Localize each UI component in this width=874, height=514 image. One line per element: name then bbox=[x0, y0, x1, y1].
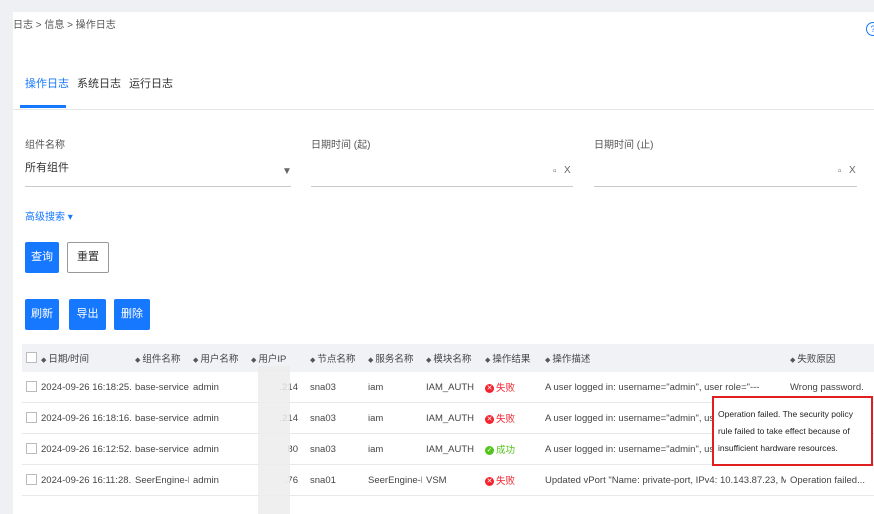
cell-time: 2024-09-26 16:18:25.421 bbox=[37, 372, 131, 403]
tab-bar: 操作日志 系统日志 运行日志 bbox=[13, 61, 874, 110]
cell-component: base-service bbox=[131, 433, 189, 465]
cell-service: iam bbox=[364, 372, 422, 403]
redacted-ip-mask bbox=[258, 366, 290, 514]
cell-component: base-service bbox=[131, 372, 189, 403]
date-to-input[interactable] bbox=[594, 186, 857, 187]
cell-time: 2024-09-26 16:11:28.144 bbox=[37, 464, 131, 496]
cell-node: sna01 bbox=[306, 464, 364, 496]
cell-result: ✓ 成功 bbox=[481, 433, 541, 465]
select-all-checkbox[interactable] bbox=[22, 344, 37, 372]
cell-service: iam bbox=[364, 433, 422, 465]
cell-time: 2024-09-26 16:18:16.824 bbox=[37, 402, 131, 434]
cell-service: iam bbox=[364, 402, 422, 434]
cell-result: ✕ 失败 bbox=[481, 372, 541, 403]
cell-user: admin bbox=[189, 402, 247, 434]
cell-time: 2024-09-26 16:12:52.664 bbox=[37, 433, 131, 465]
query-button[interactable]: 查询 bbox=[25, 242, 59, 273]
cell-node: sna03 bbox=[306, 433, 364, 465]
column-header[interactable]: ◆ 操作结果 bbox=[481, 344, 541, 372]
component-underline bbox=[25, 186, 291, 187]
calendar-icon[interactable]: ▫ bbox=[838, 166, 842, 177]
tab-operation-log[interactable]: 操作日志 bbox=[25, 75, 69, 91]
cell-description: Updated vPort "Name: private-port, IPv4:… bbox=[541, 464, 786, 496]
cell-service: SeerEngine-DC bbox=[364, 464, 422, 496]
column-header[interactable]: ◆ 操作描述 bbox=[541, 344, 786, 372]
calendar-icon[interactable]: ▫ bbox=[553, 166, 557, 177]
tab-system-log[interactable]: 系统日志 bbox=[77, 75, 121, 91]
clear-icon[interactable]: X bbox=[564, 165, 571, 176]
cell-user: admin bbox=[189, 464, 247, 496]
breadcrumb: 日志 > 信息 > 操作日志 bbox=[13, 20, 116, 31]
date-to-label: 日期时间 (止) bbox=[594, 140, 654, 151]
column-header[interactable]: ◆ 组件名称 bbox=[131, 344, 189, 372]
component-select[interactable]: 所有组件 bbox=[25, 159, 69, 175]
component-label: 组件名称 bbox=[25, 140, 65, 151]
fail-status-icon: ✕ bbox=[485, 383, 494, 393]
date-from-label: 日期时间 (起) bbox=[311, 140, 371, 151]
column-header[interactable]: ◆ 模块名称 bbox=[422, 344, 481, 372]
column-header[interactable]: ◆ 用户名称 bbox=[189, 344, 247, 372]
cell-module: IAM_AUTH bbox=[422, 372, 481, 403]
row-checkbox[interactable] bbox=[22, 433, 37, 465]
cell-module: IAM_AUTH bbox=[422, 402, 481, 434]
help-icon[interactable]: ? bbox=[866, 22, 874, 36]
delete-button[interactable]: 删除 bbox=[114, 299, 150, 330]
row-checkbox[interactable] bbox=[22, 464, 37, 496]
cell-component: SeerEngine-DC bbox=[131, 464, 189, 496]
cell-user: admin bbox=[189, 433, 247, 465]
tab-run-log[interactable]: 运行日志 bbox=[129, 75, 173, 91]
column-header[interactable]: ◆ 日期/时间 bbox=[37, 344, 131, 372]
failure-reason-tooltip: Operation failed. The security policy ru… bbox=[712, 396, 873, 466]
clear-icon[interactable]: X bbox=[849, 165, 856, 176]
cell-reason[interactable]: Operation failed... bbox=[786, 464, 874, 496]
row-checkbox[interactable] bbox=[22, 402, 37, 434]
refresh-button[interactable]: 刷新 bbox=[25, 299, 59, 330]
reset-button[interactable]: 重置 bbox=[67, 242, 109, 273]
fail-status-icon: ✕ bbox=[485, 476, 494, 486]
cell-result: ✕ 失败 bbox=[481, 402, 541, 434]
active-tab-indicator bbox=[20, 105, 66, 108]
column-header[interactable]: ◆ 服务名称 bbox=[364, 344, 422, 372]
cell-module: IAM_AUTH bbox=[422, 433, 481, 465]
row-checkbox[interactable] bbox=[22, 372, 37, 403]
cell-result: ✕ 失败 bbox=[481, 464, 541, 496]
column-header[interactable]: ◆ 失败原因 bbox=[786, 344, 874, 372]
success-status-icon: ✓ bbox=[485, 445, 494, 455]
advanced-search-link[interactable]: 高级搜索 ▾ bbox=[25, 208, 73, 223]
cell-component: base-service bbox=[131, 402, 189, 434]
cell-module: VSM bbox=[422, 464, 481, 496]
fail-status-icon: ✕ bbox=[485, 414, 494, 424]
date-from-input[interactable] bbox=[311, 186, 573, 187]
table-row[interactable]: 2024-09-26 16:11:28.144 SeerEngine-DC ad… bbox=[22, 464, 874, 496]
cell-node: sna03 bbox=[306, 402, 364, 434]
chevron-down-icon[interactable]: ▼ bbox=[282, 166, 292, 177]
column-header[interactable]: ◆ 节点名称 bbox=[306, 344, 364, 372]
export-button[interactable]: 导出 bbox=[69, 299, 106, 330]
cell-user: admin bbox=[189, 372, 247, 403]
cell-node: sna03 bbox=[306, 372, 364, 403]
advanced-search-label: 高级搜索 bbox=[25, 212, 65, 223]
table-header: ◆ 日期/时间 ◆ 组件名称 ◆ 用户名称 ◆ 用户IP ◆ 节点名称 ◆ 服务名称 ◆ 模块… bbox=[22, 344, 874, 372]
